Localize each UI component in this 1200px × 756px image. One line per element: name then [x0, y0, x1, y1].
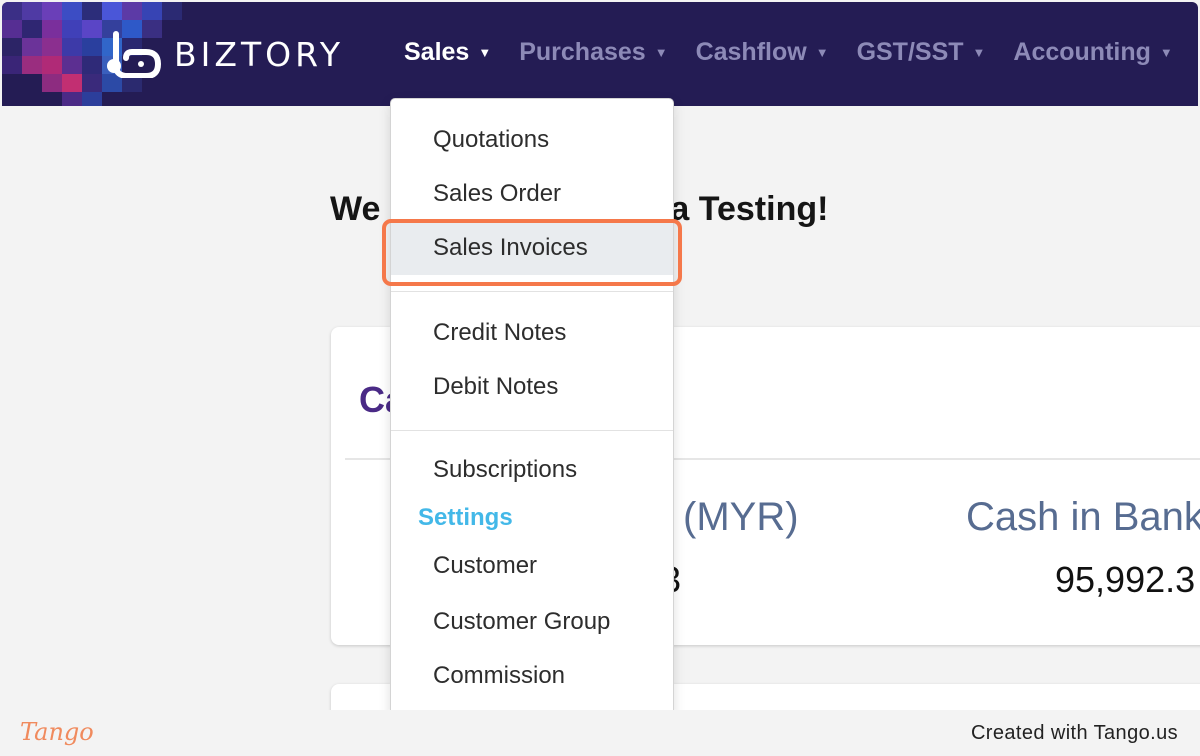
tango-footer: Tango Created with Tango.us [0, 710, 1200, 756]
menu-item-debit-notes[interactable]: Debit Notes [433, 373, 558, 401]
nav-gst-sst-label: GST/SST [856, 38, 964, 66]
nav-gst-sst[interactable]: GST/SST ▼ [857, 38, 986, 67]
chevron-down-icon: ▼ [815, 45, 829, 60]
nav-purchases[interactable]: Purchases ▼ [519, 38, 667, 67]
menu-divider [391, 291, 673, 292]
menu-item-quotations[interactable]: Quotations [433, 126, 549, 154]
nav-sales[interactable]: Sales ▼ [404, 38, 491, 67]
brand-logo[interactable]: BIZTORY [106, 30, 344, 78]
chevron-down-icon: ▼ [478, 45, 492, 60]
main-nav: Sales ▼ Purchases ▼ Cashflow ▼ GST/SST ▼… [404, 38, 1198, 67]
nav-cashflow-label: Cashflow [695, 38, 807, 66]
chevron-down-icon: ▼ [1159, 45, 1173, 60]
menu-item-sales-order[interactable]: Sales Order [433, 180, 561, 208]
menu-item-credit-notes[interactable]: Credit Notes [433, 319, 566, 347]
nav-cashflow[interactable]: Cashflow ▼ [696, 38, 829, 67]
welcome-heading-right: a Testing! [670, 190, 829, 228]
click-highlight-box [382, 219, 682, 286]
brand-name: BIZTORY [174, 34, 345, 74]
chevron-down-icon: ▼ [654, 45, 668, 60]
welcome-heading-left: We [330, 190, 381, 228]
created-with-text: Created with Tango.us [970, 722, 1178, 744]
menu-section-settings: Settings [418, 504, 513, 531]
menu-item-commission[interactable]: Commission [433, 662, 565, 690]
chevron-down-icon: ▼ [972, 45, 986, 60]
biztory-logo-icon [107, 31, 162, 78]
card-col1-label: (MYR) [683, 495, 799, 539]
sales-dropdown-menu: Quotations Sales Order Sales Invoices Cr… [390, 98, 674, 720]
nav-sales-label: Sales [404, 38, 470, 66]
menu-item-subscriptions[interactable]: Subscriptions [433, 456, 577, 484]
tango-logo: Tango [20, 718, 94, 746]
nav-purchases-label: Purchases [519, 38, 646, 66]
nav-accounting-label: Accounting [1013, 38, 1151, 66]
cash-in-bank-label: Cash in Bank [966, 495, 1200, 539]
top-navbar: BIZTORY Sales ▼ Purchases ▼ Cashflow ▼ G… [2, 2, 1198, 106]
menu-item-customer-group[interactable]: Customer Group [433, 608, 610, 636]
nav-accounting[interactable]: Accounting ▼ [1013, 38, 1172, 67]
menu-divider [391, 430, 673, 431]
menu-item-customer[interactable]: Customer [433, 552, 537, 580]
cash-in-bank-value: 95,992.3 [1055, 559, 1196, 600]
